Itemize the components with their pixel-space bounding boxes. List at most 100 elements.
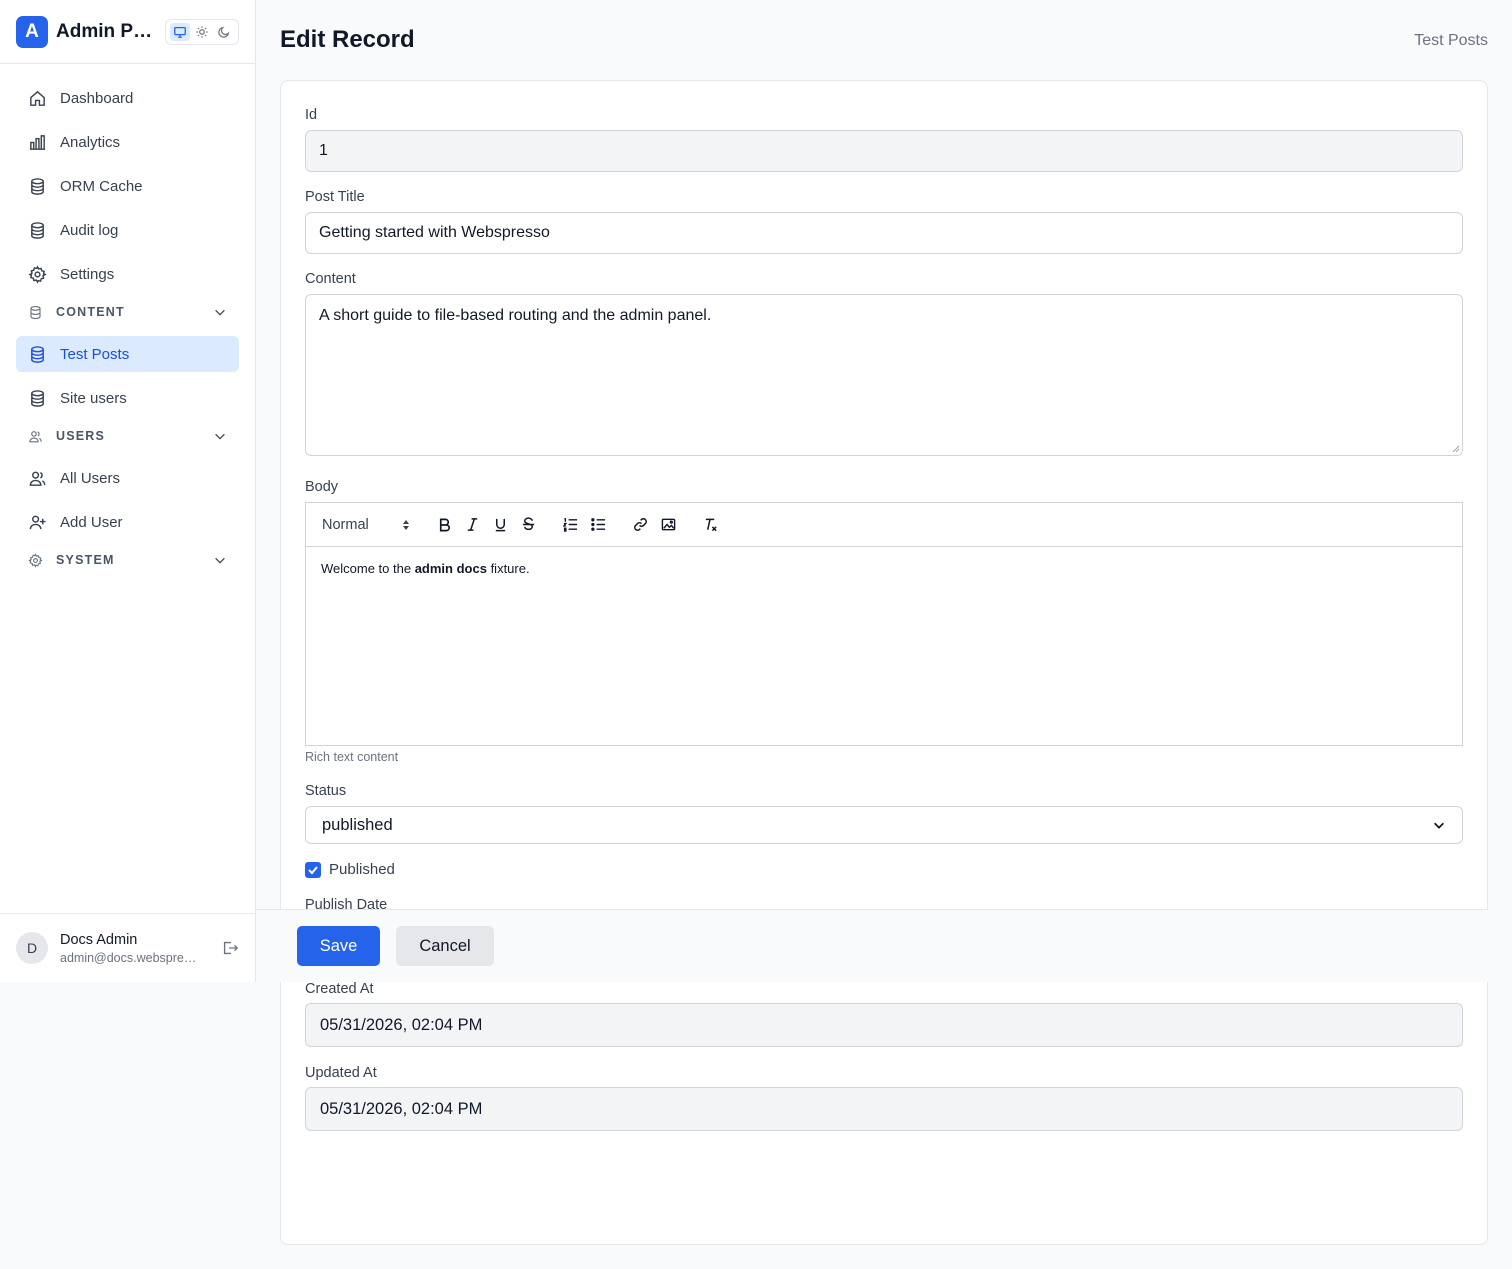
user-plus-icon (29, 515, 46, 529)
sidebar-item-label: Settings (60, 265, 115, 283)
sun-icon[interactable] (192, 23, 212, 41)
updated-at-label: Updated At (305, 1065, 377, 1081)
gear-icon (28, 552, 43, 568)
strike-button[interactable] (514, 513, 542, 537)
sidebar-item-all-users[interactable]: All Users (16, 460, 239, 496)
ordered-list-icon (562, 518, 577, 532)
chevron-down-icon (215, 309, 225, 316)
sidebar-header: A Admin Panel (0, 0, 255, 64)
sidebar-section-content[interactable]: CONTENT (16, 300, 239, 324)
chevron-down-icon (215, 557, 225, 564)
underline-icon (495, 518, 505, 532)
logout-icon[interactable] (221, 939, 239, 957)
user-name: Docs Admin (60, 931, 138, 948)
moon-icon[interactable] (214, 23, 234, 41)
sidebar-item-label: Dashboard (60, 89, 134, 107)
format-select[interactable]: Normal (322, 517, 410, 533)
users-icon (29, 471, 46, 486)
section-label: SYSTEM (56, 553, 115, 567)
database-icon (31, 389, 44, 407)
bar-chart-icon (29, 134, 46, 150)
chevron-down-icon (1434, 822, 1444, 829)
body-help-text: Rich text content (305, 750, 399, 764)
clear-format-icon (705, 518, 717, 532)
ordered-list-button[interactable] (556, 513, 584, 537)
strikethrough-icon (522, 517, 534, 531)
clear-format-button[interactable] (696, 513, 724, 537)
updown-arrows-icon (403, 519, 409, 530)
sidebar-item-analytics[interactable]: Analytics (16, 124, 239, 160)
save-button[interactable]: Save (297, 926, 380, 966)
sidebar-section-system[interactable]: SYSTEM (16, 548, 239, 572)
form-action-bar: Save Cancel (256, 909, 1488, 982)
image-icon (661, 518, 675, 531)
sidebar-item-label: Audit log (60, 221, 119, 239)
published-label: Published (329, 861, 395, 878)
format-value: Normal (322, 516, 369, 533)
published-checkbox[interactable] (305, 861, 321, 878)
sidebar-nav: Dashboard Analytics ORM Cache Audit log … (0, 64, 255, 600)
database-icon (31, 177, 44, 195)
body-text-bold: admin docs (414, 561, 487, 576)
bullet-list-icon (590, 518, 605, 531)
sidebar-item-settings[interactable]: Settings (16, 256, 239, 292)
id-field[interactable]: 1 (305, 130, 1463, 172)
sidebar-item-label: All Users (60, 469, 121, 487)
sidebar-item-test-posts[interactable]: Test Posts (16, 336, 239, 372)
italic-icon (467, 518, 477, 531)
bold-button[interactable] (430, 513, 458, 537)
content-label: Content (305, 271, 356, 287)
section-label: USERS (56, 429, 106, 443)
avatar: D (16, 932, 48, 964)
database-icon (31, 345, 44, 363)
sidebar-item-site-users[interactable]: Site users (16, 380, 239, 416)
rich-text-editor[interactable]: Welcome to the admin docs fixture. (305, 546, 1463, 746)
section-label: CONTENT (56, 305, 125, 319)
database-icon (30, 305, 41, 319)
image-button[interactable] (654, 513, 682, 537)
post-title-label: Post Title (305, 189, 365, 205)
edit-form-card: Id 1 Post Title Getting started with Web… (280, 80, 1488, 1245)
link-button[interactable] (626, 513, 654, 537)
theme-switcher (165, 18, 239, 45)
breadcrumb[interactable]: Test Posts (1414, 32, 1488, 50)
status-label: Status (305, 783, 347, 799)
user-info: Docs Admin admin@docs.webspresso.dev (60, 932, 200, 965)
post-title-field[interactable]: Getting started with Webspresso (305, 212, 1463, 254)
published-row: Published (305, 861, 395, 878)
cancel-button[interactable]: Cancel (396, 926, 494, 966)
sidebar-section-users[interactable]: USERS (16, 424, 239, 448)
sidebar: A Admin Panel Dashboard Analytics ORM Ca… (0, 0, 256, 982)
user-profile: D Docs Admin admin@docs.webspresso.dev (0, 913, 255, 982)
sidebar-item-orm-cache[interactable]: ORM Cache (16, 168, 239, 204)
monitor-icon[interactable] (170, 22, 190, 41)
database-icon (31, 221, 44, 239)
app-title: Admin Panel (56, 20, 156, 42)
created-at-field[interactable]: 05/31/2026, 02:04 PM (305, 1003, 1463, 1047)
user-email: admin@docs.webspresso.dev (60, 950, 200, 965)
sidebar-item-audit-log[interactable]: Audit log (16, 212, 239, 248)
updated-at-field[interactable]: 05/31/2026, 02:04 PM (305, 1087, 1463, 1131)
check-icon (308, 865, 318, 874)
created-at-label: Created At (305, 981, 374, 997)
sidebar-item-label: Analytics (60, 133, 121, 151)
chevron-down-icon (215, 433, 225, 440)
sidebar-item-add-user[interactable]: Add User (16, 504, 239, 540)
users-icon (29, 430, 42, 442)
bold-icon (439, 518, 450, 532)
page-title: Edit Record (280, 26, 415, 53)
body-label: Body (305, 479, 339, 495)
bullet-list-button[interactable] (584, 513, 612, 537)
underline-button[interactable] (486, 513, 514, 537)
resize-handle-icon[interactable] (1452, 445, 1460, 453)
sidebar-item-label: Site users (60, 389, 127, 407)
status-select[interactable]: published (305, 806, 1463, 844)
italic-button[interactable] (458, 513, 486, 537)
gear-icon (28, 264, 47, 284)
sidebar-item-dashboard[interactable]: Dashboard (16, 80, 239, 116)
id-label: Id (305, 107, 318, 123)
sidebar-item-label: Add User (60, 513, 123, 531)
content-textarea[interactable]: A short guide to file-based routing and … (305, 294, 1463, 456)
sidebar-item-label: Test Posts (60, 345, 130, 363)
sidebar-item-label: ORM Cache (60, 177, 143, 195)
